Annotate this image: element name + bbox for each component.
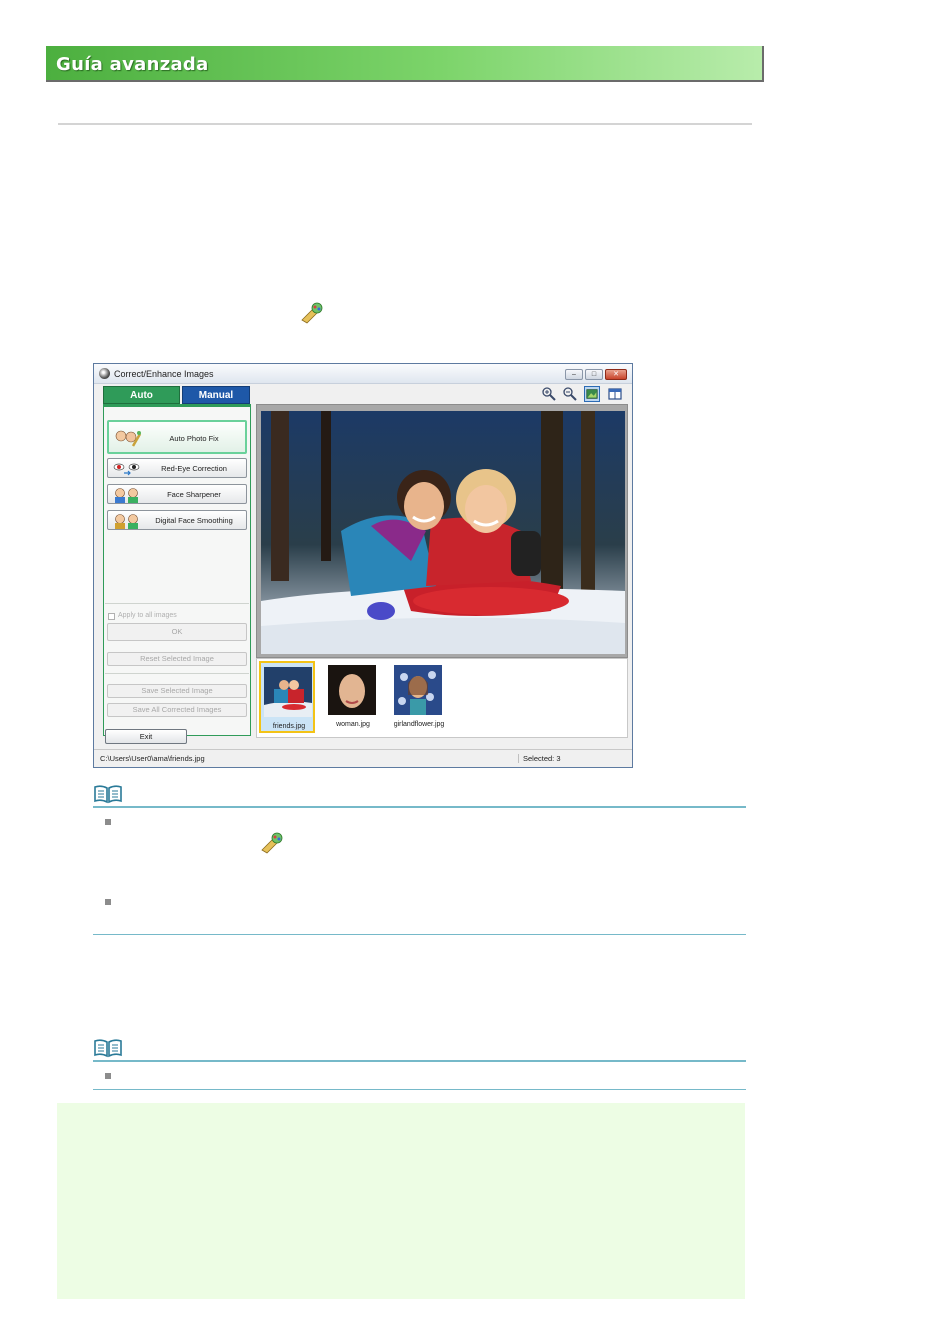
- face-sharpener-label: Face Sharpener: [167, 490, 221, 499]
- auto-panel: Auto Photo Fix Red-Eye Correction Face S…: [103, 404, 251, 736]
- tab-auto[interactable]: Auto: [103, 386, 180, 404]
- red-eye-correction-button[interactable]: Red-Eye Correction: [107, 458, 247, 478]
- auto-photo-fix-icon: [115, 430, 142, 447]
- thumbnail-item[interactable]: girlandflower.jpg: [391, 661, 447, 733]
- ok-button[interactable]: OK: [107, 623, 247, 641]
- save-selected-image-button[interactable]: Save Selected Image: [107, 684, 247, 698]
- compare-view-icon[interactable]: [607, 386, 623, 402]
- section-header-bar: Guía avanzada: [46, 46, 764, 82]
- thumbnail-label: girlandflower.jpg: [393, 721, 445, 728]
- note-bullet: [105, 1073, 111, 1079]
- thumbnail-item[interactable]: woman.jpg: [325, 661, 381, 733]
- app-logo-icon: [99, 368, 110, 379]
- thumbnail-label: friends.jpg: [272, 723, 306, 730]
- digital-face-smoothing-label: Digital Face Smoothing: [155, 516, 233, 525]
- panel-divider: [105, 673, 249, 674]
- red-eye-correction-label: Red-Eye Correction: [161, 464, 227, 473]
- view-whole-image-icon[interactable]: [584, 386, 600, 402]
- note-rule-bottom: [93, 1089, 746, 1090]
- note-bullet: [105, 819, 111, 825]
- reset-selected-image-button[interactable]: Reset Selected Image: [107, 652, 247, 666]
- status-bar: C:\Users\User0\ama\friends.jpg Selected:…: [94, 749, 632, 767]
- auto-photo-fix-label: Auto Photo Fix: [169, 434, 219, 443]
- footer-green-box: [57, 1103, 745, 1299]
- zoom-in-icon[interactable]: [541, 386, 557, 402]
- section-title: Guía avanzada: [56, 54, 209, 75]
- apply-all-checkbox[interactable]: [108, 613, 115, 620]
- face-sharpener-button[interactable]: Face Sharpener: [107, 484, 247, 504]
- face-sharpener-icon: [115, 488, 138, 503]
- horizontal-divider: [58, 123, 752, 125]
- correct-enhance-icon: [261, 832, 283, 854]
- apply-all-label: Apply to all images: [118, 612, 177, 619]
- correct-enhance-window: Correct/Enhance Images – □ ✕ Auto Manual…: [93, 363, 633, 768]
- save-all-corrected-images-button[interactable]: Save All Corrected Images: [107, 703, 247, 717]
- correct-enhance-icon: [301, 302, 323, 324]
- note-book-icon: [94, 785, 122, 804]
- close-icon[interactable]: ✕: [605, 369, 627, 380]
- window-title: Correct/Enhance Images: [114, 369, 214, 379]
- thumbnail-image: [394, 665, 442, 715]
- thumbnail-label: woman.jpg: [336, 721, 370, 728]
- window-titlebar: Correct/Enhance Images – □ ✕: [94, 364, 632, 384]
- note-book-icon: [94, 1039, 122, 1058]
- note-bullet: [105, 899, 111, 905]
- red-eye-icon: [113, 463, 140, 476]
- thumbnail-strip: friends.jpg woman.jpg girlandflower.jpg: [256, 658, 628, 738]
- maximize-icon[interactable]: □: [585, 369, 603, 380]
- note-rule-bottom: [93, 934, 746, 935]
- face-smoothing-icon: [115, 514, 138, 529]
- zoom-out-icon[interactable]: [562, 386, 578, 402]
- note-rule: [93, 806, 746, 808]
- digital-face-smoothing-button[interactable]: Digital Face Smoothing: [107, 510, 247, 530]
- preview-photo: [261, 411, 625, 654]
- exit-button[interactable]: Exit: [105, 729, 187, 744]
- tab-manual[interactable]: Manual: [182, 386, 250, 404]
- image-preview-area: [256, 404, 628, 658]
- panel-divider: [105, 603, 249, 604]
- minimize-icon[interactable]: –: [565, 369, 583, 380]
- thumbnail-image: [264, 667, 312, 717]
- thumbnail-item[interactable]: friends.jpg: [259, 661, 315, 733]
- thumbnail-image: [328, 665, 376, 715]
- auto-photo-fix-button[interactable]: Auto Photo Fix: [107, 420, 247, 454]
- status-file-path: C:\Users\User0\ama\friends.jpg: [100, 754, 205, 763]
- status-selected-count: Selected: 3: [518, 754, 628, 763]
- note-rule: [93, 1060, 746, 1062]
